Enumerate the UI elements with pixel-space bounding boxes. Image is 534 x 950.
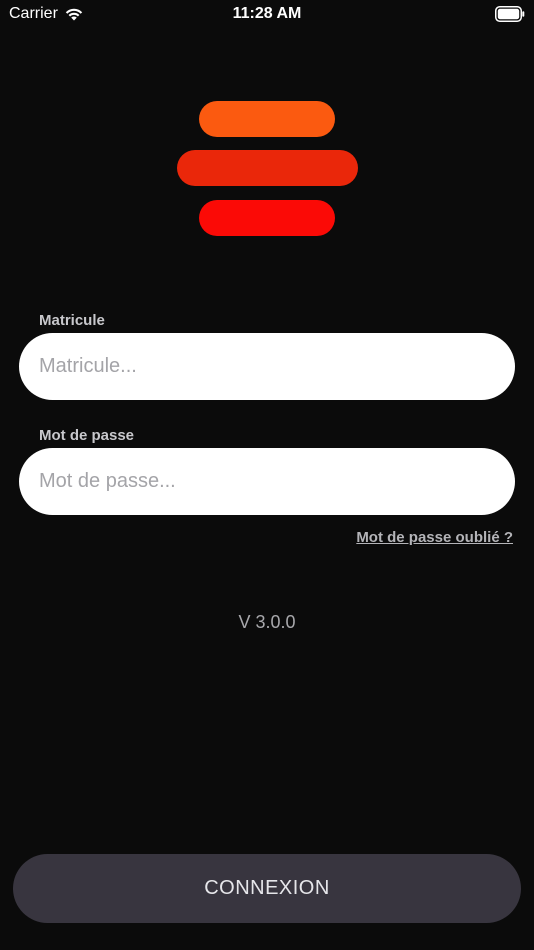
- app-logo: [0, 0, 534, 240]
- version-label: V 3.0.0: [238, 612, 296, 632]
- password-label: Mot de passe: [39, 427, 135, 444]
- logo-bar-bottom: [199, 200, 335, 236]
- connect-button[interactable]: CONNEXION: [13, 854, 521, 923]
- matricule-input[interactable]: [19, 333, 515, 400]
- login-screen: Carrier 11:28 AM Matricule Mot de passe …: [0, 0, 534, 950]
- logo-bar-middle: [177, 150, 358, 186]
- logo-bar-top: [199, 101, 335, 137]
- forgot-password-link[interactable]: Mot de passe oublié ?: [356, 529, 513, 546]
- matricule-label: Matricule: [39, 312, 105, 329]
- password-input[interactable]: [19, 448, 515, 515]
